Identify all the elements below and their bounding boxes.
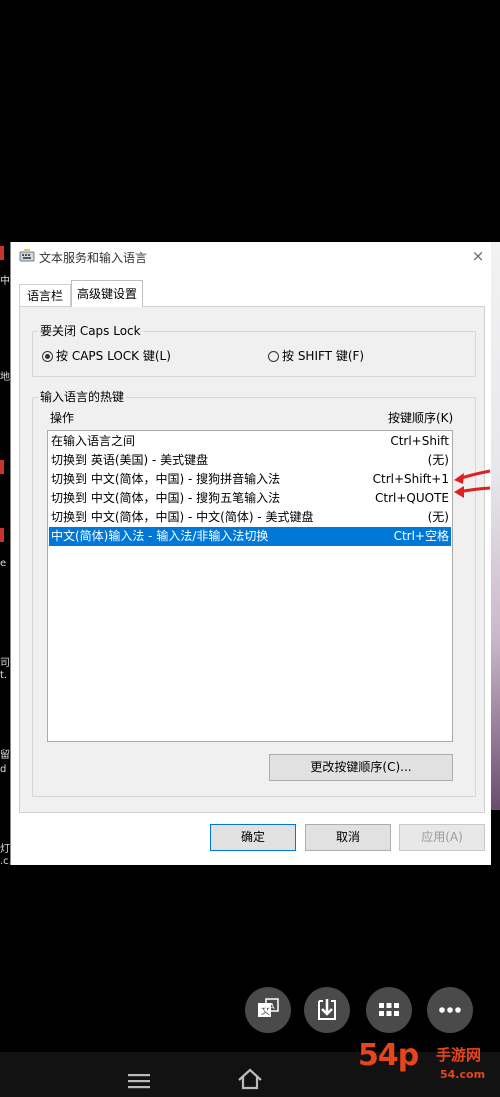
radio-label: 按 SHIFT 键(F) bbox=[282, 349, 365, 363]
hotkey-action: 在输入语言之间 bbox=[51, 434, 136, 448]
navigation-bar bbox=[0, 1052, 500, 1097]
more-icon bbox=[439, 1007, 461, 1013]
site-watermark-url: 54.com bbox=[440, 1068, 486, 1081]
text-services-dialog: 文本服务和输入语言 × 语言栏 高级键设置 要关闭 Caps Lock 按 CA… bbox=[10, 242, 491, 865]
radio-shift-key[interactable]: 按 SHIFT 键(F) bbox=[268, 347, 364, 364]
radio-label: 按 CAPS LOCK 键(L) bbox=[56, 349, 171, 363]
background-red-tab bbox=[0, 528, 4, 542]
change-key-sequence-button[interactable]: 更改按键顺序(C)... bbox=[269, 754, 453, 781]
download-button[interactable] bbox=[304, 987, 350, 1033]
hotkey-keys: (无) bbox=[427, 453, 449, 467]
grid-button[interactable] bbox=[366, 987, 412, 1033]
hotkey-action: 切换到 中文(简体，中国) - 搜狗五笔输入法 bbox=[51, 491, 281, 505]
more-button[interactable] bbox=[427, 987, 473, 1033]
radio-selected-icon bbox=[42, 351, 53, 362]
hotkey-keys: (无) bbox=[427, 510, 449, 524]
hotkey-keys: Ctrl+QUOTE bbox=[375, 491, 449, 505]
dialog-title: 文本服务和输入语言 bbox=[39, 251, 148, 265]
hotkey-action: 中文(简体)输入法 - 输入法/非输入法切换 bbox=[51, 529, 269, 543]
tab-language-bar[interactable]: 语言栏 bbox=[19, 284, 71, 306]
caps-lock-group-label: 要关闭 Caps Lock bbox=[38, 322, 143, 339]
hotkey-action: 切换到 中文(简体，中国) - 中文(简体) - 美式键盘 bbox=[51, 510, 314, 524]
hotkey-action: 切换到 中文(简体，中国) - 搜狗拼音输入法 bbox=[51, 472, 281, 486]
cancel-button[interactable]: 取消 bbox=[305, 824, 391, 851]
hotkey-keys: Ctrl+空格 bbox=[393, 529, 449, 543]
apply-button[interactable]: 应用(A) bbox=[399, 824, 485, 851]
red-arrow-annotation bbox=[454, 486, 491, 498]
close-icon[interactable]: × bbox=[469, 246, 487, 266]
hotkey-list[interactable]: 在输入语言之间 Ctrl+Shift 切换到 英语(美国) - 美式键盘 (无)… bbox=[47, 430, 453, 742]
download-icon bbox=[318, 999, 336, 1020]
column-header-key-sequence: 按键顺序(K) bbox=[388, 411, 454, 425]
hotkeys-group-label: 输入语言的热键 bbox=[38, 388, 127, 405]
translate-icon: 文 A bbox=[258, 998, 279, 1017]
svg-text:A: A bbox=[269, 1002, 275, 1011]
background-right-panel bbox=[490, 242, 500, 810]
ok-button[interactable]: 确定 bbox=[210, 824, 296, 851]
list-item-selected[interactable]: 中文(简体)输入法 - 输入法/非输入法切换 Ctrl+空格 bbox=[49, 527, 451, 546]
site-watermark-name: 手游网 bbox=[436, 1046, 482, 1064]
background-red-tab bbox=[0, 460, 4, 474]
radio-unselected-icon bbox=[268, 351, 279, 362]
list-item[interactable]: 切换到 中文(简体，中国) - 中文(简体) - 美式键盘 (无) bbox=[49, 508, 451, 527]
keyboard-icon bbox=[19, 249, 35, 262]
list-item[interactable]: 在输入语言之间 Ctrl+Shift bbox=[49, 432, 451, 451]
list-item[interactable]: 切换到 中文(简体，中国) - 搜狗五笔输入法 Ctrl+QUOTE bbox=[49, 489, 451, 508]
site-watermark: 54p bbox=[358, 1038, 419, 1073]
list-item[interactable]: 切换到 英语(美国) - 美式键盘 (无) bbox=[49, 451, 451, 470]
translate-button[interactable]: 文 A bbox=[245, 987, 291, 1033]
grid-icon bbox=[379, 1003, 399, 1016]
background-red-tab bbox=[0, 246, 4, 260]
hotkey-keys: Ctrl+Shift bbox=[390, 434, 449, 448]
tab-advanced-key-settings[interactable]: 高级键设置 bbox=[71, 280, 143, 307]
radio-caps-lock-key[interactable]: 按 CAPS LOCK 键(L) bbox=[42, 347, 171, 364]
hotkey-keys: Ctrl+Shift+1 bbox=[372, 472, 449, 486]
menu-icon[interactable] bbox=[128, 1072, 150, 1090]
title-bar[interactable]: 文本服务和输入语言 × bbox=[11, 242, 491, 270]
hotkey-action: 切换到 英语(美国) - 美式键盘 bbox=[51, 453, 209, 467]
column-header-action: 操作 bbox=[50, 411, 75, 425]
list-item[interactable]: 切换到 中文(简体，中国) - 搜狗拼音输入法 Ctrl+Shift+1 bbox=[49, 470, 451, 489]
home-icon[interactable] bbox=[237, 1068, 263, 1090]
